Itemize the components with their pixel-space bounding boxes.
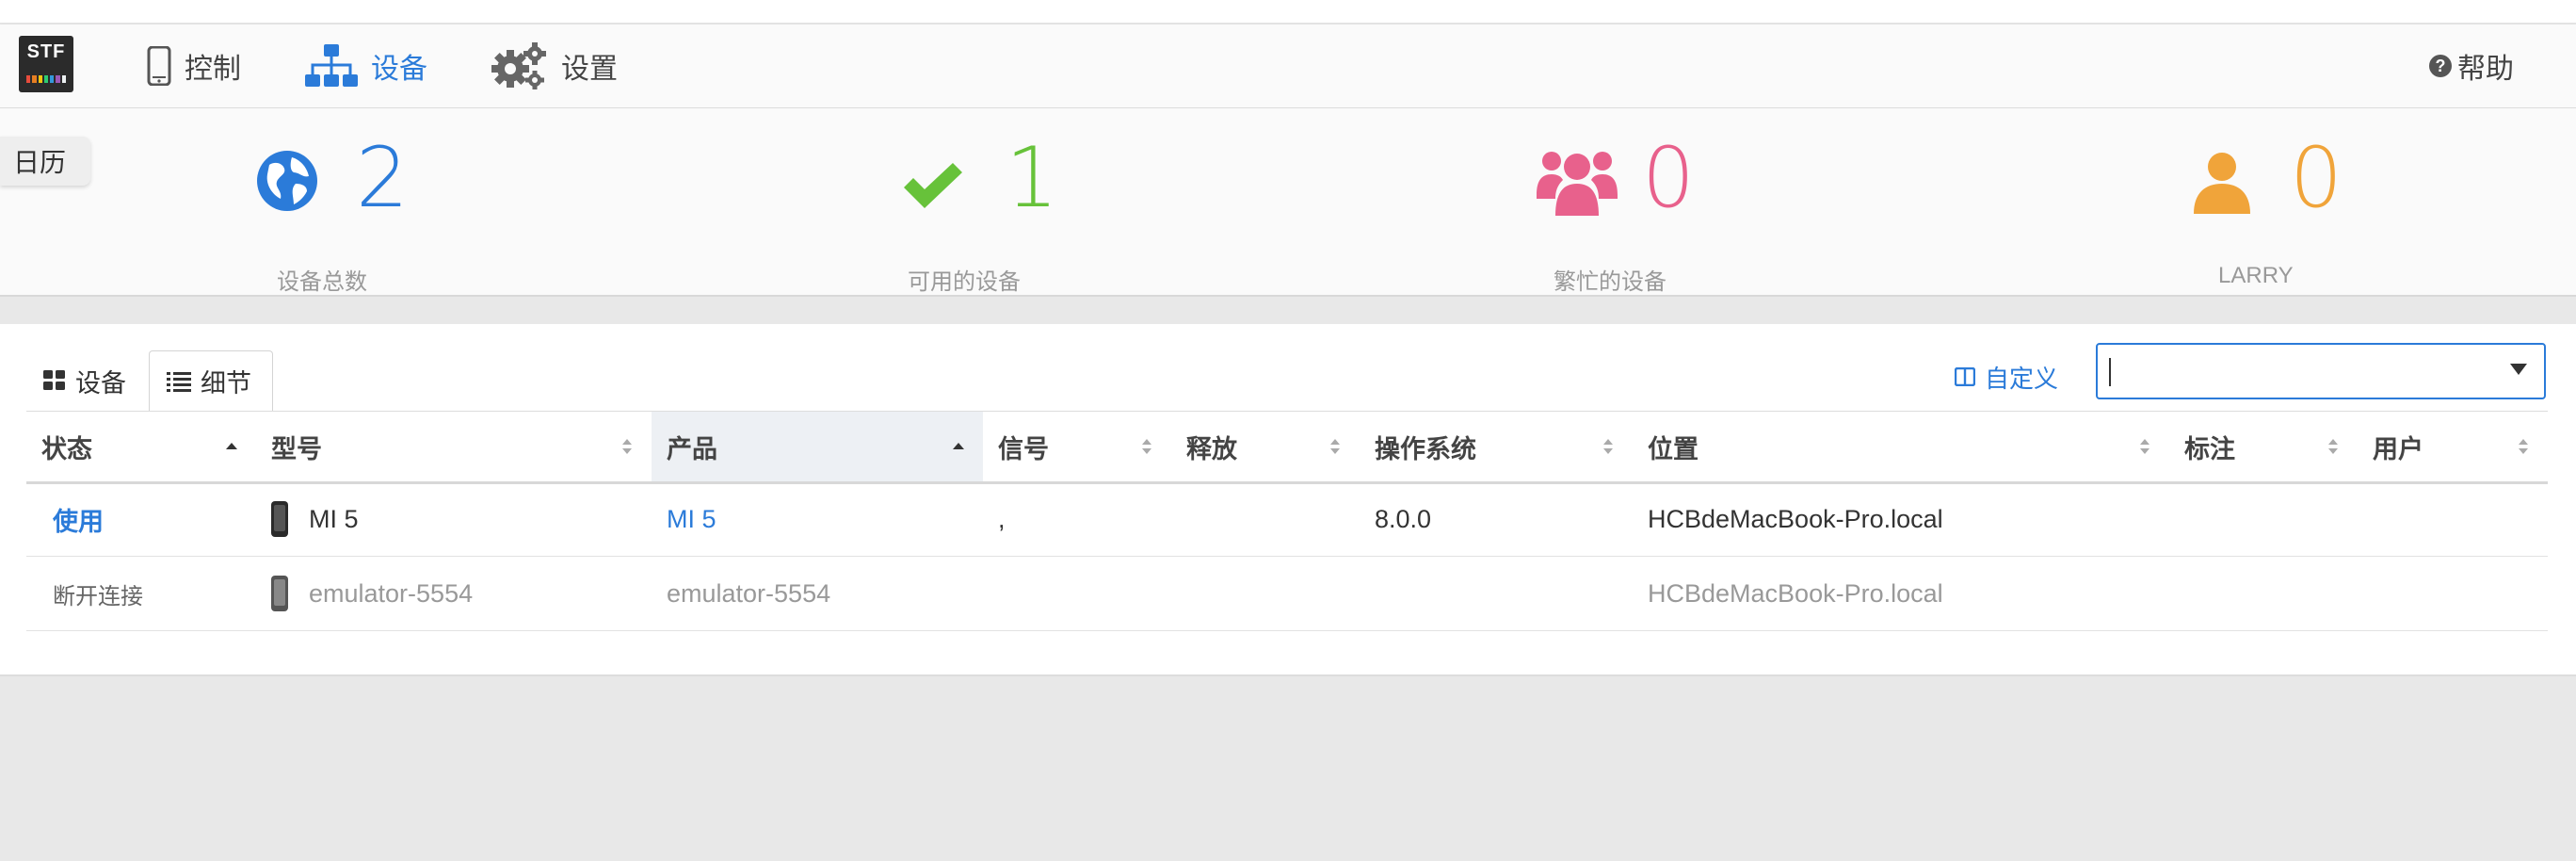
device-phone-icon	[271, 501, 288, 537]
column-header-user-label: 用户	[2373, 434, 2423, 463]
signal-cell: ,	[998, 504, 1006, 533]
product-cell: emulator-5554	[667, 557, 830, 630]
column-header-user[interactable]: 用户	[2358, 412, 2548, 481]
nav-settings[interactable]: 设置	[490, 42, 618, 89]
help-link[interactable]: ? 帮助	[2429, 43, 2514, 89]
calendar-tab[interactable]: 日历	[0, 137, 90, 186]
column-header-notes[interactable]: 标注	[2169, 412, 2358, 481]
customize-columns-button[interactable]: 自定义	[1955, 354, 2058, 399]
column-header-signal[interactable]: 信号	[983, 412, 1171, 481]
column-header-signal-label: 信号	[998, 434, 1049, 463]
stat-user-caption: LARRY	[2218, 263, 2294, 288]
column-header-location[interactable]: 位置	[1633, 412, 2169, 481]
th-large-icon	[43, 370, 65, 390]
stat-total-value: 2	[356, 129, 409, 226]
device-phone-icon	[271, 576, 288, 611]
sort-icon	[1142, 439, 1151, 454]
column-header-release-label: 释放	[1186, 434, 1237, 463]
column-header-release[interactable]: 释放	[1171, 412, 1360, 481]
nav-devices-label: 设备	[371, 54, 427, 85]
stat-available-value: 1	[1006, 129, 1058, 226]
user-icon	[2194, 153, 2250, 214]
stat-user-value: 0	[2290, 129, 2343, 226]
column-header-status-label: 状态	[41, 434, 92, 463]
list-icon	[167, 371, 191, 392]
logo-color-bars	[26, 75, 66, 83]
sort-asc-icon	[953, 443, 964, 449]
sort-icon	[2519, 439, 2528, 454]
column-header-location-label: 位置	[1648, 434, 1699, 463]
sort-icon	[622, 439, 632, 454]
device-stats-bar: 日历 2 设备总数 1 可用的设备 0 繁忙的设备 0 LARRY	[0, 108, 2576, 297]
location-cell: HCBdeMacBook-Pro.local	[1648, 578, 1943, 608]
sort-icon	[1603, 439, 1613, 454]
stat-available-devices: 1 可用的设备	[900, 129, 1088, 295]
column-header-notes-label: 标注	[2184, 434, 2235, 463]
window-top-strip	[0, 0, 2576, 24]
help-label: 帮助	[2457, 54, 2514, 85]
device-search-input[interactable]	[2096, 343, 2546, 399]
model-cell: MI 5	[271, 482, 359, 556]
stat-total-devices: 2 设备总数	[254, 129, 443, 295]
nav-settings-label: 设置	[561, 54, 618, 85]
calendar-tab-label: 日历	[13, 148, 67, 177]
logo-text: STF	[26, 41, 66, 62]
sort-icon	[2328, 439, 2338, 454]
stat-user-devices: 0 LARRY	[2192, 129, 2380, 288]
status-text-disconnected: 断开连接	[53, 583, 143, 609]
column-header-os[interactable]: 操作系统	[1360, 412, 1633, 481]
column-header-model[interactable]: 型号	[256, 412, 652, 481]
nav-devices[interactable]: 设备	[305, 43, 427, 89]
device-table-header: 状态 型号 产品 信号 释放 操作系统 位置 标注 用户	[26, 411, 2548, 484]
column-header-product[interactable]: 产品	[652, 412, 983, 481]
column-header-os-label: 操作系统	[1375, 434, 1476, 463]
check-icon	[904, 163, 962, 208]
tab-details-label: 细节	[201, 369, 251, 398]
nav-control-label: 控制	[185, 54, 241, 85]
stat-busy-value: 0	[1642, 129, 1695, 226]
table-row[interactable]: 断开连接 emulator-5554 emulator-5554 HCBdeMa…	[26, 557, 2548, 631]
model-cell: emulator-5554	[271, 557, 473, 630]
dropdown-arrow-icon[interactable]	[2510, 364, 2527, 375]
sitemap-icon	[305, 44, 358, 87]
stf-logo[interactable]: STF	[19, 36, 73, 92]
device-list-panel: 设备 细节 自定义 状态 型号 产品 信号 释放 操作系统 位置 标注 用户 使…	[0, 324, 2576, 676]
location-cell: HCBdeMacBook-Pro.local	[1648, 504, 1943, 533]
status-cell[interactable]: 使用	[53, 482, 104, 556]
column-header-product-label: 产品	[667, 434, 717, 463]
tab-details[interactable]: 细节	[149, 350, 273, 411]
status-button-use[interactable]: 使用	[53, 501, 104, 538]
top-navbar: STF 控制 设备 设置 ? 帮助	[0, 24, 2576, 108]
model-text: emulator-5554	[309, 578, 474, 608]
table-row[interactable]: 使用 MI 5 MI 5 , 8.0.0 HCBdeMacBook-Pro.lo…	[26, 482, 2548, 557]
stat-busy-caption: 繁忙的设备	[1554, 269, 1666, 295]
product-link[interactable]: MI 5	[667, 505, 716, 534]
column-header-model-label: 型号	[271, 434, 322, 463]
text-cursor	[2109, 358, 2111, 386]
column-header-status[interactable]: 状态	[26, 412, 256, 481]
globe-icon	[257, 151, 317, 211]
customize-label: 自定义	[1985, 364, 2059, 393]
model-text: MI 5	[309, 504, 359, 533]
gears-icon	[491, 42, 546, 89]
sort-icon	[2140, 439, 2149, 454]
stat-total-caption: 设备总数	[277, 269, 367, 295]
question-circle-icon: ?	[2429, 55, 2452, 77]
mobile-phone-icon	[147, 46, 171, 86]
tab-devices-label: 设备	[75, 368, 126, 398]
status-cell: 断开连接	[53, 557, 143, 630]
columns-icon	[1955, 367, 1975, 386]
users-icon	[1537, 152, 1618, 216]
sort-asc-icon	[226, 443, 237, 449]
nav-control[interactable]: 控制	[147, 43, 241, 89]
stat-available-caption: 可用的设备	[908, 269, 1021, 295]
tab-devices[interactable]: 设备	[43, 350, 126, 411]
os-cell: 8.0.0	[1375, 504, 1432, 533]
product-text: emulator-5554	[667, 578, 831, 608]
product-cell[interactable]: MI 5	[667, 482, 716, 556]
sort-icon	[1330, 439, 1340, 454]
stat-busy-devices: 0 繁忙的设备	[1537, 129, 1725, 295]
